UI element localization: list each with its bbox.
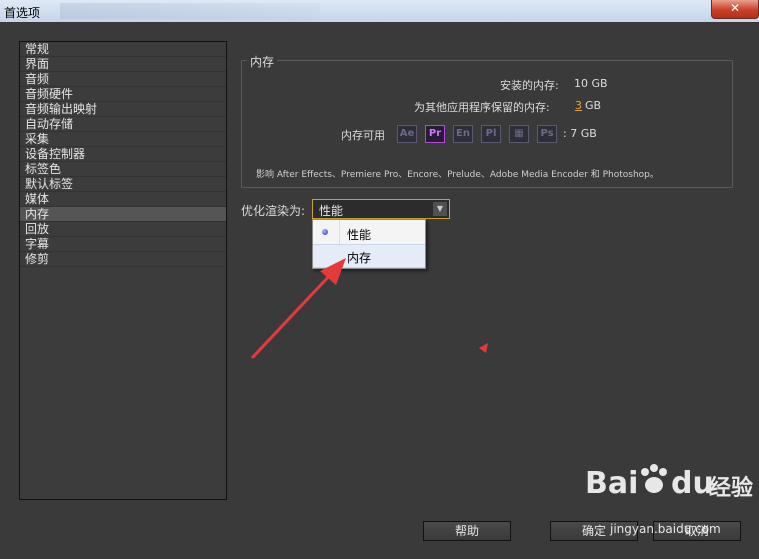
title-bar: 首选项 ✕	[0, 0, 759, 22]
sidebar-item-audio[interactable]: 音频	[20, 72, 226, 87]
option-performance-label: 性能	[347, 228, 372, 242]
reserved-memory-input[interactable]: 3	[575, 99, 582, 112]
sidebar-item-device-control[interactable]: 设备控制器	[20, 147, 226, 162]
sidebar-item-audio-output-mapping[interactable]: 音频输出映射	[20, 102, 226, 117]
help-button[interactable]: 帮助	[423, 521, 511, 541]
reserved-memory-unit: GB	[585, 99, 602, 112]
radio-selected-icon	[322, 229, 328, 235]
sidebar-item-titler[interactable]: 字幕	[20, 237, 226, 252]
window-title: 首选项	[4, 6, 41, 20]
baidu-watermark: Bai du 经验 jingyan.baidu.com	[585, 462, 755, 542]
mouse-pointer-icon	[479, 343, 488, 353]
reserved-memory-label: 为其他应用程序保留的内存:	[414, 101, 550, 114]
watermark-url: jingyan.baidu.com	[610, 522, 721, 536]
title-bar-background	[60, 3, 320, 19]
photoshop-icon: Ps	[537, 125, 557, 143]
sidebar-item-trim[interactable]: 修剪	[20, 252, 226, 267]
sidebar-item-capture[interactable]: 采集	[20, 132, 226, 147]
sidebar-item-media[interactable]: 媒体	[20, 192, 226, 207]
preferences-sidebar: 常规 界面 音频 音频硬件 音频输出映射 自动存储 采集 设备控制器 标签色 默…	[19, 41, 227, 500]
option-memory-label: 内存	[347, 251, 372, 265]
red-annotation-arrow	[250, 258, 346, 360]
watermark-logo-text: Bai	[585, 466, 639, 501]
encore-icon: En	[453, 125, 473, 143]
option-performance[interactable]: 性能	[313, 222, 425, 244]
close-button[interactable]: ✕	[711, 0, 759, 19]
optimize-render-selected-value: 性能	[319, 204, 344, 218]
sidebar-item-label-colors[interactable]: 标签色	[20, 162, 226, 177]
media-encoder-icon: ▦	[509, 125, 529, 143]
chevron-down-icon[interactable]: ▼	[433, 202, 447, 216]
optimize-render-select[interactable]: 性能 ▼	[312, 199, 450, 219]
affects-apps-note: 影响 After Effects、Premiere Pro、Encore、Pre…	[256, 170, 659, 180]
sidebar-item-label-defaults[interactable]: 默认标签	[20, 177, 226, 192]
sidebar-item-interface[interactable]: 界面	[20, 57, 226, 72]
watermark-logo-text-2: du	[671, 466, 714, 501]
after-effects-icon: Ae	[397, 125, 417, 143]
memory-group-title: 内存	[247, 53, 278, 70]
sidebar-item-playback[interactable]: 回放	[20, 222, 226, 237]
installed-memory-label: 安装的内存:	[500, 79, 559, 92]
available-memory-value: : 7 GB	[563, 127, 597, 140]
sidebar-item-auto-save[interactable]: 自动存储	[20, 117, 226, 132]
premiere-pro-icon: Pr	[425, 125, 445, 143]
sidebar-item-audio-hardware[interactable]: 音频硬件	[20, 87, 226, 102]
sidebar-item-memory[interactable]: 内存	[20, 207, 226, 222]
paw-icon	[641, 464, 667, 493]
installed-memory-value: 10 GB	[574, 77, 608, 90]
optimize-render-label: 优化渲染为:	[241, 204, 306, 218]
watermark-cn-text: 经验	[709, 476, 754, 501]
sidebar-item-general[interactable]: 常规	[20, 42, 226, 57]
prelude-icon: Pl	[481, 125, 501, 143]
available-memory-label: 内存可用	[341, 129, 385, 142]
